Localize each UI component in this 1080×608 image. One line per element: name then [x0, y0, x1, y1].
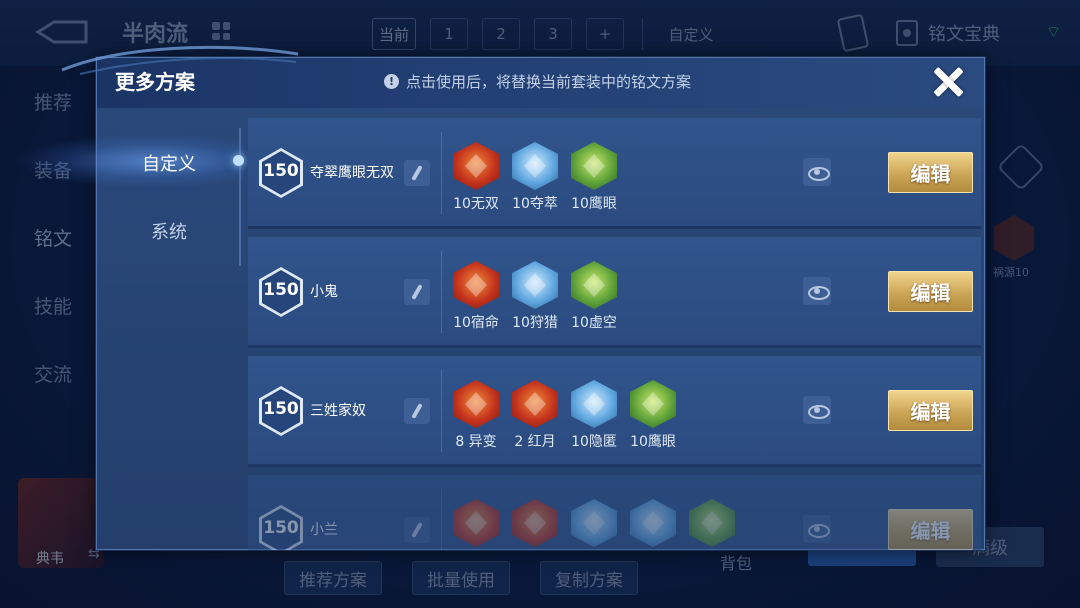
plan-name: 小鬼 — [310, 284, 338, 300]
plan-card[interactable]: 150 小兰 编辑 — [248, 475, 981, 550]
rename-button[interactable] — [404, 398, 430, 424]
plan-name: 三姓家奴 — [310, 403, 366, 419]
rune-item: 10鹰眼 — [628, 380, 678, 451]
red-rune-icon — [453, 142, 499, 190]
rune-item: 10狩猎 — [510, 261, 560, 332]
rune-item: 10虚空 — [569, 261, 619, 332]
rename-button[interactable] — [404, 279, 430, 305]
preview-eye-button[interactable] — [803, 277, 831, 305]
tab-custom-plans[interactable]: 自定义 — [96, 150, 242, 176]
green-rune-icon — [571, 261, 617, 309]
rune-label: 8 异变 — [455, 434, 497, 450]
edit-button[interactable]: 编辑 — [888, 509, 973, 550]
preview-eye-button[interactable] — [803, 515, 831, 543]
rune-item: 10鹰眼 — [569, 142, 619, 213]
rename-button[interactable] — [404, 160, 430, 186]
rune-label: 10夺萃 — [512, 196, 558, 212]
red-rune-icon — [512, 380, 558, 428]
plan-card[interactable]: 150 三姓家奴 8 异变 2 红月 10隐匿 10鹰眼 编辑 — [248, 356, 981, 467]
preview-eye-button[interactable] — [803, 396, 831, 424]
replace-notice: ! 点击使用后，将替换当前套装中的铭文方案 — [384, 71, 691, 92]
rune-label: 10鹰眼 — [630, 434, 676, 450]
plan-name: 夺翠鹰眼无双 — [310, 165, 394, 181]
rune-item: 10夺萃 — [510, 142, 560, 213]
blue-rune-icon — [571, 380, 617, 428]
plan-category-tabs: 自定义 系统 — [96, 118, 242, 548]
rune-item — [687, 499, 737, 547]
notice-text: 点击使用后，将替换当前套装中的铭文方案 — [406, 73, 692, 91]
green-rune-icon — [689, 499, 735, 547]
blue-rune-icon — [512, 142, 558, 190]
rune-label: 2 红月 — [514, 434, 556, 450]
close-button[interactable] — [929, 62, 969, 102]
plan-card[interactable]: 150 夺翠鹰眼无双 10无双 10夺萃 10鹰眼 编辑 — [248, 118, 981, 229]
card-divider — [441, 489, 442, 550]
card-divider — [441, 132, 442, 214]
plan-name: 小兰 — [310, 522, 338, 538]
plan-card[interactable]: 150 小鬼 10宿命 10狩猎 10虚空 编辑 — [248, 237, 981, 348]
rune-item — [628, 499, 678, 547]
rune-label: 10宿命 — [453, 315, 499, 331]
red-rune-icon — [512, 499, 558, 547]
rune-item: 2 红月 — [510, 380, 560, 451]
rune-label: 10狩猎 — [512, 315, 558, 331]
edit-button[interactable]: 编辑 — [888, 152, 973, 193]
rune-label: 10虚空 — [571, 315, 617, 331]
plan-level: 150 — [263, 518, 299, 538]
rune-label: 10无双 — [453, 196, 499, 212]
plan-level: 150 — [263, 399, 299, 419]
rune-item — [569, 499, 619, 547]
red-rune-icon — [453, 380, 499, 428]
tab-system-plans[interactable]: 系统 — [96, 218, 242, 244]
edit-button[interactable]: 编辑 — [888, 390, 973, 431]
rune-item: 10宿命 — [451, 261, 501, 332]
rune-label: 10鹰眼 — [571, 196, 617, 212]
rune-item — [451, 499, 501, 547]
card-divider — [441, 251, 442, 333]
rune-item: 10隐匿 — [569, 380, 619, 451]
blue-rune-icon — [630, 499, 676, 547]
edit-button[interactable]: 编辑 — [888, 271, 973, 312]
plan-level: 150 — [263, 161, 299, 181]
info-icon: ! — [384, 74, 399, 89]
preview-eye-button[interactable] — [803, 158, 831, 186]
dialog-title: 更多方案 — [115, 70, 195, 94]
plan-level: 150 — [263, 280, 299, 300]
rename-button[interactable] — [404, 517, 430, 543]
rune-item — [510, 499, 560, 547]
rune-item: 8 异变 — [451, 380, 501, 451]
blue-rune-icon — [571, 499, 617, 547]
blue-rune-icon — [512, 261, 558, 309]
rune-label: 10隐匿 — [571, 434, 617, 450]
red-rune-icon — [453, 499, 499, 547]
rune-item: 10无双 — [451, 142, 501, 213]
card-divider — [441, 370, 442, 452]
green-rune-icon — [571, 142, 617, 190]
plan-list[interactable]: 150 夺翠鹰眼无双 10无双 10夺萃 10鹰眼 编辑 150 小鬼 10宿命 — [248, 118, 981, 550]
green-rune-icon — [630, 380, 676, 428]
red-rune-icon — [453, 261, 499, 309]
